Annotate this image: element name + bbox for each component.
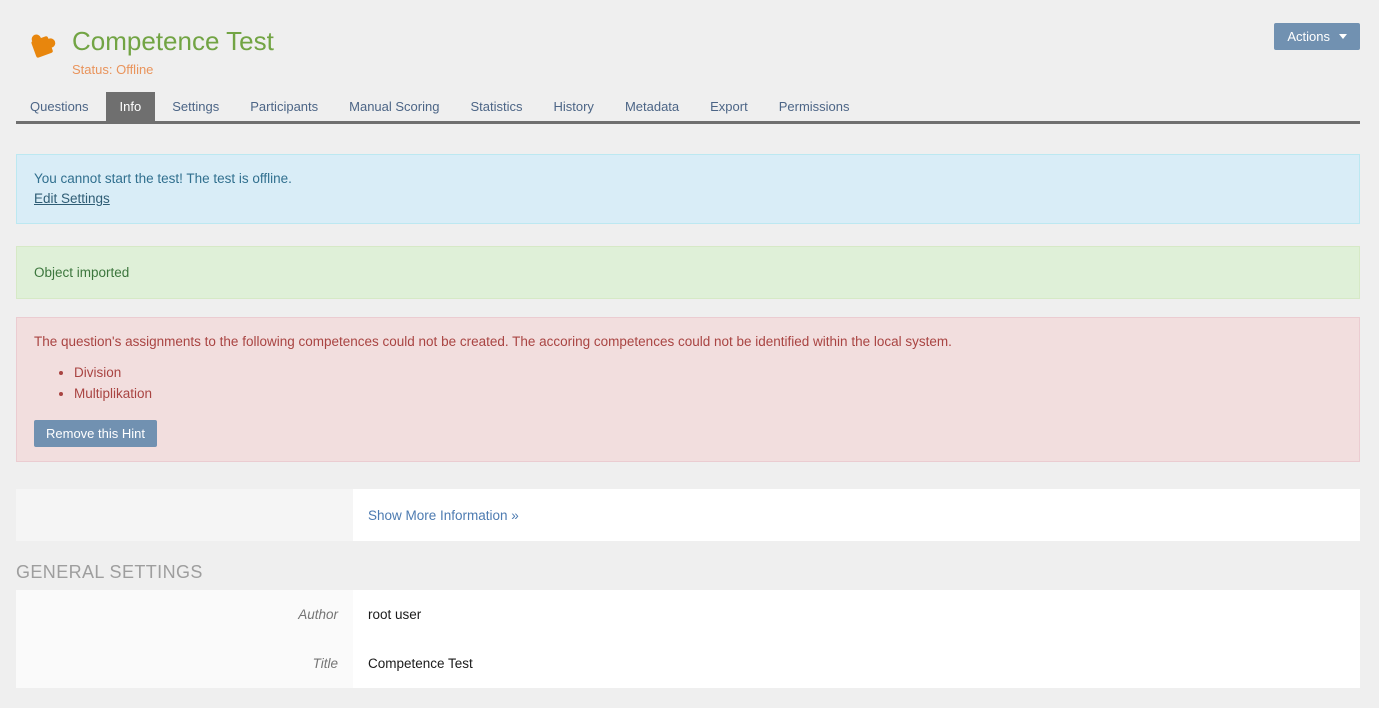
alert-success: Object imported [16,246,1360,299]
author-value: root user [353,590,421,639]
tab-settings[interactable]: Settings [158,92,233,121]
tab-manual-scoring[interactable]: Manual Scoring [335,92,453,121]
list-item: Division [74,363,1342,383]
title-block: Competence Test Status: Offline [72,25,274,77]
general-settings-form: Author root user Title Competence Test [16,590,1360,688]
caret-down-icon [1339,34,1347,39]
alert-error: The question's assignments to the follow… [16,317,1360,462]
missing-competences-list: Division Multiplikation [34,363,1342,404]
tab-metadata[interactable]: Metadata [611,92,693,121]
general-settings-heading: GENERAL SETTINGS [16,562,1360,583]
author-label: Author [16,590,353,639]
status-text: Status: Offline [72,62,274,77]
show-more-row-content: Show More Information » [353,489,519,541]
show-more-row: Show More Information » [16,489,1360,541]
actions-button[interactable]: Actions [1274,23,1360,50]
tab-statistics[interactable]: Statistics [456,92,536,121]
alert-error-text: The question's assignments to the follow… [34,332,1342,352]
show-more-information-link[interactable]: Show More Information » [368,508,519,523]
alert-info-text: You cannot start the test! The test is o… [34,169,1342,189]
puzzle-icon [24,25,60,61]
alert-info: You cannot start the test! The test is o… [16,154,1360,224]
page-header: Competence Test Status: Offline [16,0,1360,77]
alert-success-text: Object imported [34,263,129,283]
tab-participants[interactable]: Participants [236,92,332,121]
page: Competence Test Status: Offline Actions … [0,0,1379,688]
page-title: Competence Test [72,25,274,57]
tab-export[interactable]: Export [696,92,762,121]
form-row-title: Title Competence Test [16,639,1360,688]
actions-button-label: Actions [1287,29,1330,44]
title-value: Competence Test [353,639,473,688]
tab-bar: Questions Info Settings Participants Man… [16,92,1360,124]
remove-hint-button[interactable]: Remove this Hint [34,420,157,447]
tab-permissions[interactable]: Permissions [765,92,864,121]
show-more-row-spacer [16,489,353,541]
tab-history[interactable]: History [539,92,607,121]
tab-questions[interactable]: Questions [16,92,103,121]
title-label: Title [16,639,353,688]
form-row-author: Author root user [16,590,1360,639]
list-item: Multiplikation [74,384,1342,404]
edit-settings-link[interactable]: Edit Settings [34,191,110,206]
tab-info[interactable]: Info [106,92,156,121]
